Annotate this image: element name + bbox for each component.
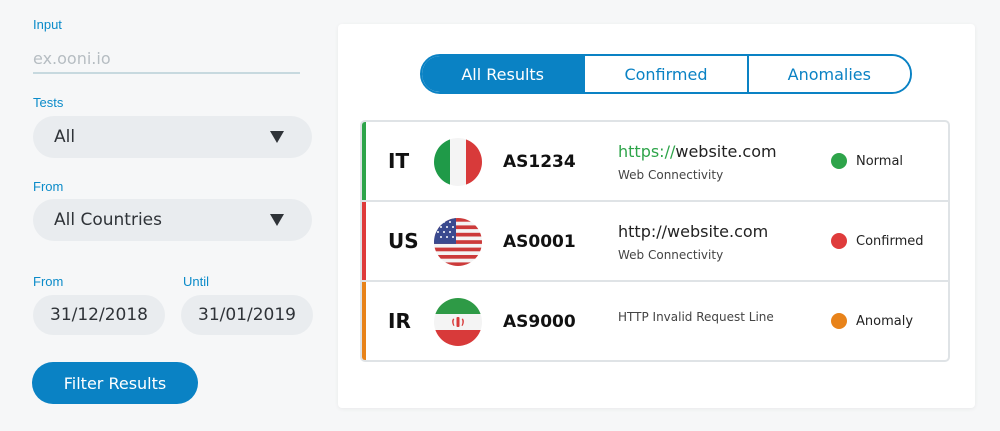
usa-flag-icon: [434, 218, 482, 266]
input-field[interactable]: [33, 46, 300, 70]
results-tabs: All Results Confirmed Anomalies: [420, 54, 912, 94]
status-label: Confirmed: [856, 233, 924, 249]
date-until-label: Until: [183, 274, 210, 289]
country-select[interactable]: All Countries: [33, 199, 312, 241]
date-from-input[interactable]: 31/12/2018: [33, 295, 165, 335]
url-host: website.com: [667, 222, 769, 241]
asn: AS1234: [503, 152, 576, 172]
filter-results-button[interactable]: Filter Results: [32, 362, 198, 404]
input-underline: [33, 72, 300, 74]
date-until-input[interactable]: 31/01/2019: [181, 295, 313, 335]
status-dot-icon: [831, 313, 847, 329]
country-select-value: All Countries: [54, 210, 162, 230]
status-bar: [362, 202, 366, 280]
url-host: website.com: [675, 142, 777, 161]
date-until-value: 31/01/2019: [198, 305, 296, 325]
status-badge: Confirmed: [831, 233, 924, 249]
status-label: Anomaly: [856, 313, 914, 329]
test-name: Web Connectivity: [618, 168, 724, 182]
result-row-ir[interactable]: IR AS9000 HTTP Invalid Request Line Anom…: [362, 282, 948, 360]
tests-label: Tests: [33, 95, 64, 110]
status-dot-icon: [831, 233, 847, 249]
country-code: US: [388, 229, 419, 253]
asn: AS9000: [503, 312, 576, 332]
tab-all-results[interactable]: All Results: [422, 56, 584, 92]
url-protocol: https://: [618, 142, 676, 161]
status-dot-icon: [831, 153, 847, 169]
country-code: IR: [388, 309, 411, 333]
caret-down-icon: [270, 214, 284, 226]
iran-flag-icon: [434, 298, 482, 346]
result-row-us[interactable]: US AS0001 http://website.com Web Connect…: [362, 202, 948, 282]
results-list: IT AS1234 https://website.com Web Connec…: [360, 120, 950, 362]
date-from-value: 31/12/2018: [50, 305, 148, 325]
result-url[interactable]: http://website.com: [618, 222, 768, 241]
test-name: HTTP Invalid Request Line: [618, 310, 774, 324]
status-badge: Normal: [831, 153, 903, 169]
tab-anomalies[interactable]: Anomalies: [746, 56, 910, 92]
italy-flag-icon: [434, 138, 482, 186]
country-code: IT: [388, 149, 410, 173]
result-url[interactable]: https://website.com: [618, 142, 777, 161]
test-name: Web Connectivity: [618, 248, 724, 262]
tests-select[interactable]: All: [33, 116, 312, 158]
tests-select-value: All: [54, 127, 76, 147]
tab-confirmed[interactable]: Confirmed: [583, 56, 747, 92]
date-from-label: From: [33, 274, 64, 289]
status-bar: [362, 122, 366, 200]
results-card: All Results Confirmed Anomalies IT AS123…: [338, 24, 975, 408]
asn: AS0001: [503, 232, 576, 252]
status-label: Normal: [856, 153, 904, 169]
input-label: Input: [33, 17, 62, 32]
status-bar: [362, 282, 366, 360]
status-badge: Anomaly: [831, 313, 913, 329]
url-protocol: http://: [618, 222, 668, 241]
country-label: From: [33, 179, 64, 194]
result-row-it[interactable]: IT AS1234 https://website.com Web Connec…: [362, 122, 948, 202]
caret-down-icon: [270, 131, 284, 143]
